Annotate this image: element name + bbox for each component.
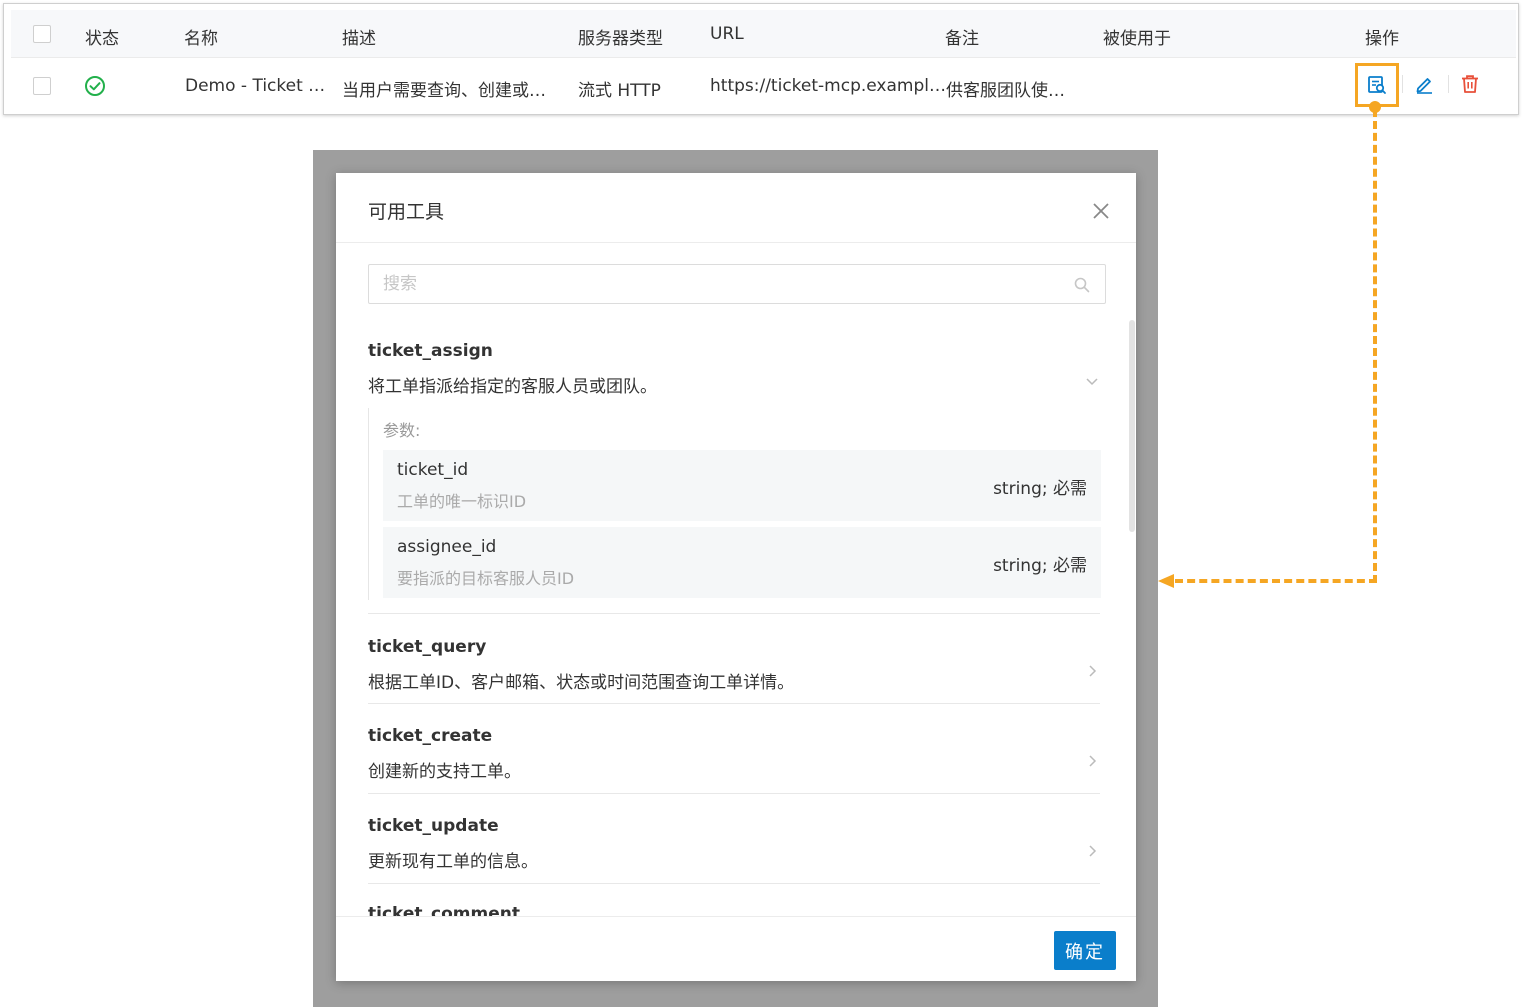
mcp-server-table: 状态 名称 描述 服务器类型 URL 备注 被使用于 操作 Demo - Tic…: [3, 3, 1519, 115]
chevron-right-icon[interactable]: [1084, 753, 1100, 769]
tool-description: 创建新的支持工单。: [368, 762, 521, 782]
tool-search: [368, 264, 1106, 304]
param-description: 要指派的目标客服人员ID: [397, 569, 575, 588]
callout-arrow-start: [1369, 101, 1381, 113]
param-type: string; 必需: [993, 556, 1087, 576]
tool-item-ticket-assign[interactable]: ticket_assign 将工单指派给指定的客服人员或团队。 参数: tick…: [368, 318, 1101, 614]
row-name: Demo - Ticket …: [185, 76, 326, 96]
action-divider: [1402, 75, 1403, 93]
tool-item-ticket-create[interactable]: ticket_create 创建新的支持工单。: [368, 704, 1100, 794]
param-name: ticket_id: [397, 460, 469, 480]
header-used-by: 被使用于: [1103, 29, 1171, 49]
callout-arrow-line: [1175, 579, 1377, 583]
header-name: 名称: [184, 29, 218, 49]
tool-list: ticket_assign 将工单指派给指定的客服人员或团队。 参数: tick…: [336, 318, 1136, 916]
available-tools-dialog: 可用工具 ticket_assign 将工单指派给指定的客服人员或团队。 参数:…: [336, 173, 1136, 981]
dialog-title: 可用工具: [368, 201, 445, 223]
edit-button[interactable]: [1404, 64, 1444, 104]
tool-name: ticket_update: [368, 816, 499, 836]
status-enabled-icon: [85, 76, 105, 96]
header-actions: 操作: [1365, 29, 1399, 49]
params-label: 参数:: [383, 421, 421, 440]
scrollbar[interactable]: [1129, 320, 1135, 532]
edit-icon: [1416, 78, 1432, 94]
table-row: Demo - Ticket … 当用户需要查询、创建或… 流式 HTTP htt…: [11, 59, 1516, 113]
param-item: ticket_id 工单的唯一标识ID string; 必需: [383, 450, 1101, 521]
header-description: 描述: [342, 29, 376, 49]
param-type: string; 必需: [993, 479, 1087, 499]
tool-description: 根据工单ID、客户邮箱、状态或时间范围查询工单详情。: [368, 673, 795, 693]
table-header: 状态 名称 描述 服务器类型 URL 备注 被使用于 操作: [11, 10, 1516, 58]
tool-name: ticket_comment: [368, 904, 520, 916]
confirm-button[interactable]: 确定: [1054, 931, 1116, 970]
tool-name: ticket_query: [368, 637, 487, 657]
tool-name: ticket_assign: [368, 341, 493, 361]
search-icon: [1074, 277, 1090, 293]
header-status: 状态: [85, 29, 119, 49]
delete-button[interactable]: [1450, 64, 1490, 104]
row-remark: 供客服团队使…: [946, 81, 1065, 101]
search-input[interactable]: [369, 265, 1105, 303]
chevron-right-icon[interactable]: [1084, 843, 1100, 859]
param-name: assignee_id: [397, 537, 497, 557]
tool-parameters: 参数: ticket_id 工单的唯一标识ID string; 必需 assig…: [368, 408, 1101, 600]
dialog-footer: 确定: [336, 916, 1136, 981]
row-checkbox[interactable]: [33, 77, 51, 95]
param-description: 工单的唯一标识ID: [397, 492, 527, 511]
tool-description: 将工单指派给指定的客服人员或团队。: [368, 377, 657, 397]
view-tools-icon: [1368, 76, 1386, 94]
header-url: URL: [710, 24, 744, 44]
close-icon[interactable]: [1090, 200, 1112, 222]
callout-arrow-head: [1158, 574, 1174, 588]
action-divider: [1448, 75, 1449, 93]
callout-arrow-line: [1373, 109, 1377, 583]
tool-item-ticket-update[interactable]: ticket_update 更新现有工单的信息。: [368, 794, 1100, 884]
chevron-down-icon[interactable]: [1084, 373, 1100, 389]
dialog-header: 可用工具: [336, 173, 1136, 243]
row-server-type: 流式 HTTP: [578, 81, 661, 101]
tool-name: ticket_create: [368, 726, 493, 746]
tool-item-ticket-query[interactable]: ticket_query 根据工单ID、客户邮箱、状态或时间范围查询工单详情。: [368, 614, 1100, 704]
param-item: assignee_id 要指派的目标客服人员ID string; 必需: [383, 527, 1101, 598]
chevron-right-icon[interactable]: [1084, 663, 1100, 679]
tool-description: 更新现有工单的信息。: [368, 852, 538, 872]
header-server-type: 服务器类型: [578, 29, 663, 49]
tool-item-ticket-comment[interactable]: ticket_comment: [368, 884, 1100, 916]
row-url: https://ticket-mcp.exampl…: [710, 76, 946, 96]
header-remark: 备注: [945, 29, 979, 49]
delete-icon: [1462, 75, 1478, 93]
select-all-checkbox[interactable]: [33, 25, 51, 43]
row-description: 当用户需要查询、创建或…: [342, 81, 546, 101]
